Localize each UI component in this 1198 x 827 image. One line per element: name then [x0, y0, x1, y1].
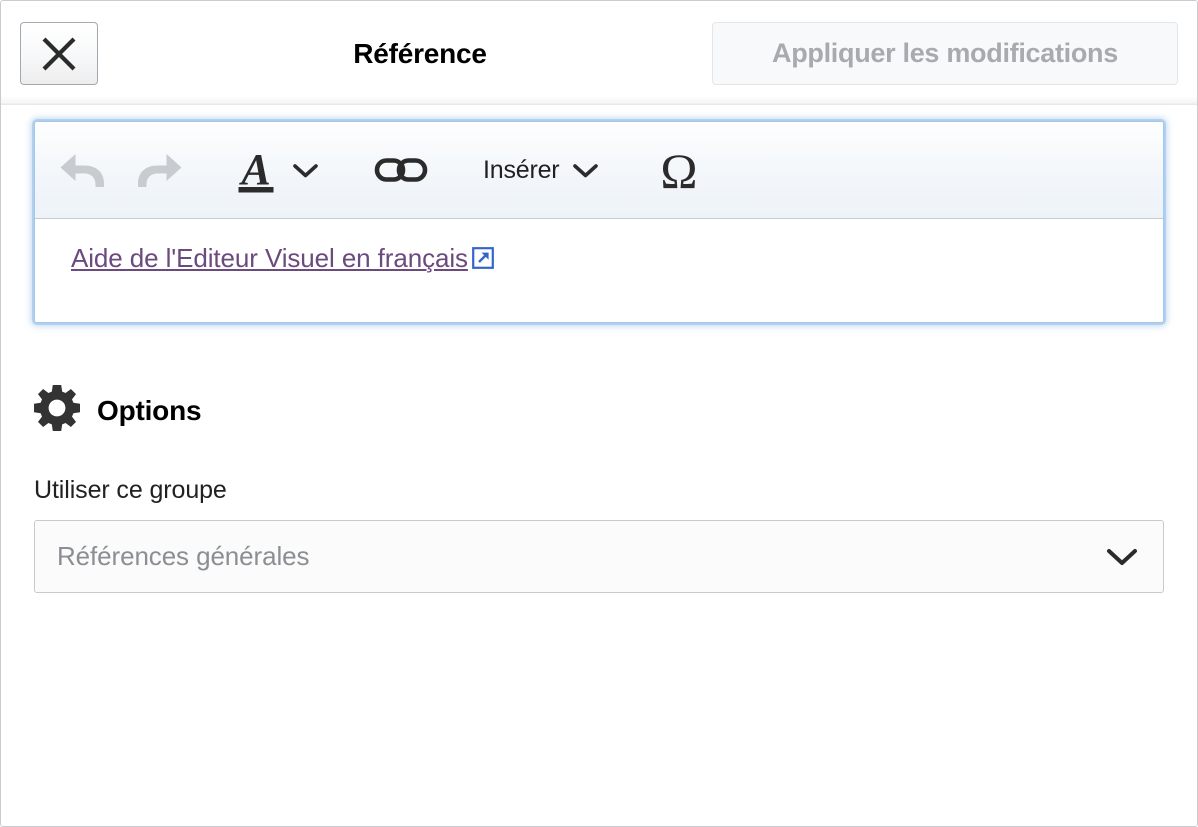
gear-icon — [34, 385, 80, 436]
chevron-down-icon — [292, 162, 319, 179]
use-group-select[interactable]: Références générales — [34, 520, 1164, 593]
close-icon — [38, 33, 80, 75]
redo-icon — [131, 147, 187, 193]
chevron-down-icon — [1105, 546, 1139, 568]
page-title: Référence — [353, 38, 487, 69]
undo-button[interactable] — [45, 137, 121, 203]
external-link-icon — [471, 246, 495, 275]
undo-icon — [55, 147, 111, 193]
visual-editor-surface: A Insérer Ω Aide de l'Editeur Visuel en … — [34, 121, 1164, 323]
dialog-body: A Insérer Ω Aide de l'Editeur Visuel en … — [1, 105, 1197, 826]
redo-button[interactable] — [121, 137, 197, 203]
svg-text:Ω: Ω — [661, 144, 698, 196]
use-group-field-label: Utiliser ce groupe — [34, 476, 227, 504]
options-heading: Options — [34, 385, 1164, 436]
text-style-icon: A — [233, 144, 279, 196]
close-button[interactable] — [20, 22, 98, 85]
use-group-select-value: Références générales — [57, 541, 310, 571]
link-icon — [373, 153, 429, 187]
insert-menu-button[interactable]: Insérer — [473, 137, 609, 203]
options-section: Options Utiliser ce groupe Références gé… — [34, 385, 1164, 593]
insert-menu-label: Insérer — [483, 155, 560, 184]
visual-editor-help-link-label: Aide de l'Editeur Visuel en français — [71, 243, 468, 273]
options-title: Options — [97, 394, 202, 426]
text-style-button[interactable]: A — [223, 137, 329, 203]
link-button[interactable] — [363, 137, 439, 203]
editor-content-area[interactable]: Aide de l'Editeur Visuel en français — [35, 219, 1163, 322]
reference-dialog: Référence Appliquer les modifications A … — [0, 0, 1198, 827]
omega-icon: Ω — [653, 144, 705, 196]
apply-changes-button[interactable]: Appliquer les modifications — [712, 22, 1178, 85]
dialog-header: Référence Appliquer les modifications — [1, 1, 1197, 105]
special-character-button[interactable]: Ω — [643, 137, 715, 203]
svg-text:A: A — [238, 145, 270, 194]
editor-toolbar: A Insérer Ω — [35, 122, 1163, 219]
chevron-down-icon — [572, 162, 599, 179]
visual-editor-help-link[interactable]: Aide de l'Editeur Visuel en français — [71, 243, 468, 273]
